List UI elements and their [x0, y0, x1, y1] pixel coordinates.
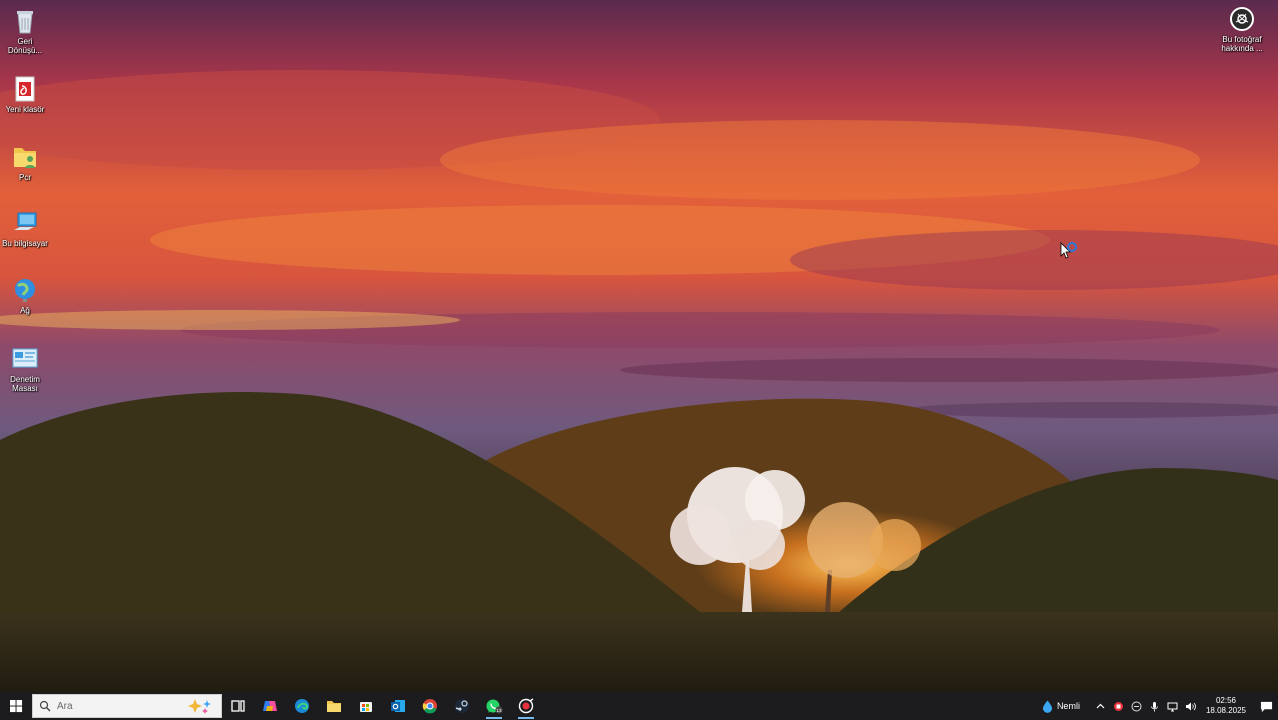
- clock-date: 18.08.2025: [1205, 706, 1246, 715]
- taskbar-clock[interactable]: 02:56 18.08.2025: [1206, 696, 1246, 716]
- whatsapp-icon: 13: [486, 699, 503, 714]
- windows-logo-icon: [9, 699, 22, 712]
- edge-icon: [295, 699, 309, 713]
- desktop-icon-label: Pcr: [19, 173, 31, 182]
- pdf-folder-icon: [15, 76, 35, 102]
- desktop-icon-control-panel[interactable]: Denetim Masası: [0, 344, 50, 393]
- taskbar: Ara 13 Nemli 02:56 18.08.2025: [0, 692, 1278, 720]
- desktop-icon-label: Yeni klasör: [5, 105, 45, 114]
- network-icon: [15, 279, 35, 302]
- tray-microphone[interactable]: [1147, 692, 1163, 720]
- speaker-icon: [1186, 702, 1197, 710]
- system-tray: Nemli 02:56 18.08.2025: [1042, 692, 1278, 720]
- taskbar-store[interactable]: [350, 692, 382, 720]
- desktop-icon-recycle-bin[interactable]: Geri Dönüşü...: [0, 6, 50, 55]
- task-view-icon: [231, 700, 245, 712]
- desktop[interactable]: Geri Dönüşü... Yeni klasör Pcr Bu bilgis…: [0, 0, 1278, 720]
- snipping-icon: [518, 698, 534, 714]
- tray-app-red[interactable]: [1111, 692, 1127, 720]
- folder-icon: [327, 701, 341, 712]
- recycle-bin-icon: [17, 11, 33, 34]
- taskbar-copilot[interactable]: [254, 692, 286, 720]
- search-placeholder: Ara: [57, 700, 73, 712]
- store-icon: [360, 702, 372, 712]
- taskbar-whatsapp[interactable]: 13: [478, 692, 510, 720]
- chrome-icon: [422, 699, 437, 714]
- desktop-icon-label: Bu bilgisayar: [2, 239, 48, 248]
- humidity-drop-icon: [1042, 700, 1053, 713]
- search-icon: [39, 700, 51, 712]
- microphone-icon: [1151, 701, 1159, 711]
- computer-icon: [14, 212, 37, 230]
- notification-icon: [1260, 701, 1272, 712]
- photo-info-label: Bu fotoğraf hakkında ...: [1221, 35, 1263, 53]
- camera-info-icon: [1230, 7, 1254, 31]
- desktop-icon-network[interactable]: Ağ: [0, 275, 50, 315]
- copilot-icon: [263, 701, 277, 711]
- desktop-icon-pcr[interactable]: Pcr: [0, 142, 50, 182]
- shield-icon: [1131, 701, 1142, 711]
- search-highlight-icon[interactable]: [181, 697, 215, 715]
- notification-center-button[interactable]: [1254, 692, 1278, 720]
- desktop-icon-new-folder[interactable]: Yeni klasör: [0, 74, 50, 114]
- network-monitor-icon: [1167, 702, 1178, 711]
- steam-icon: [455, 699, 469, 713]
- weather-text: Nemli: [1056, 701, 1080, 711]
- taskbar-task-view[interactable]: [222, 692, 254, 720]
- folder-user-icon: [14, 148, 36, 168]
- chevron-up-icon: [1097, 703, 1105, 708]
- desktop-icon-label: Ağ: [20, 306, 30, 315]
- tray-app-vpn[interactable]: [1129, 692, 1145, 720]
- wallpaper-image: [0, 0, 1278, 692]
- outlook-icon: [391, 700, 405, 712]
- taskbar-file-explorer[interactable]: [318, 692, 350, 720]
- taskbar-snipping[interactable]: [510, 692, 542, 720]
- tray-volume[interactable]: [1183, 692, 1199, 720]
- desktop-icon-label: Geri Dönüşü...: [7, 37, 43, 55]
- tray-overflow-button[interactable]: [1093, 692, 1109, 720]
- photo-info-button[interactable]: Bu fotoğraf hakkında ...: [1212, 6, 1272, 53]
- taskbar-chrome[interactable]: [414, 692, 446, 720]
- taskbar-outlook[interactable]: [382, 692, 414, 720]
- control-panel-icon: [12, 348, 38, 368]
- taskbar-search-box[interactable]: Ara: [32, 694, 222, 718]
- start-button[interactable]: [0, 692, 32, 720]
- record-icon: [1114, 701, 1124, 711]
- taskbar-steam[interactable]: [446, 692, 478, 720]
- desktop-icon-label: Denetim Masası: [10, 375, 40, 393]
- mouse-cursor-icon: [1060, 242, 1077, 259]
- tray-network[interactable]: [1165, 692, 1181, 720]
- clock-time: 02:56: [1215, 696, 1236, 705]
- desktop-icon-this-pc[interactable]: Bu bilgisayar: [0, 208, 50, 248]
- taskbar-edge[interactable]: [286, 692, 318, 720]
- whatsapp-badge: 13: [496, 708, 502, 713]
- weather-widget[interactable]: Nemli: [1042, 699, 1080, 713]
